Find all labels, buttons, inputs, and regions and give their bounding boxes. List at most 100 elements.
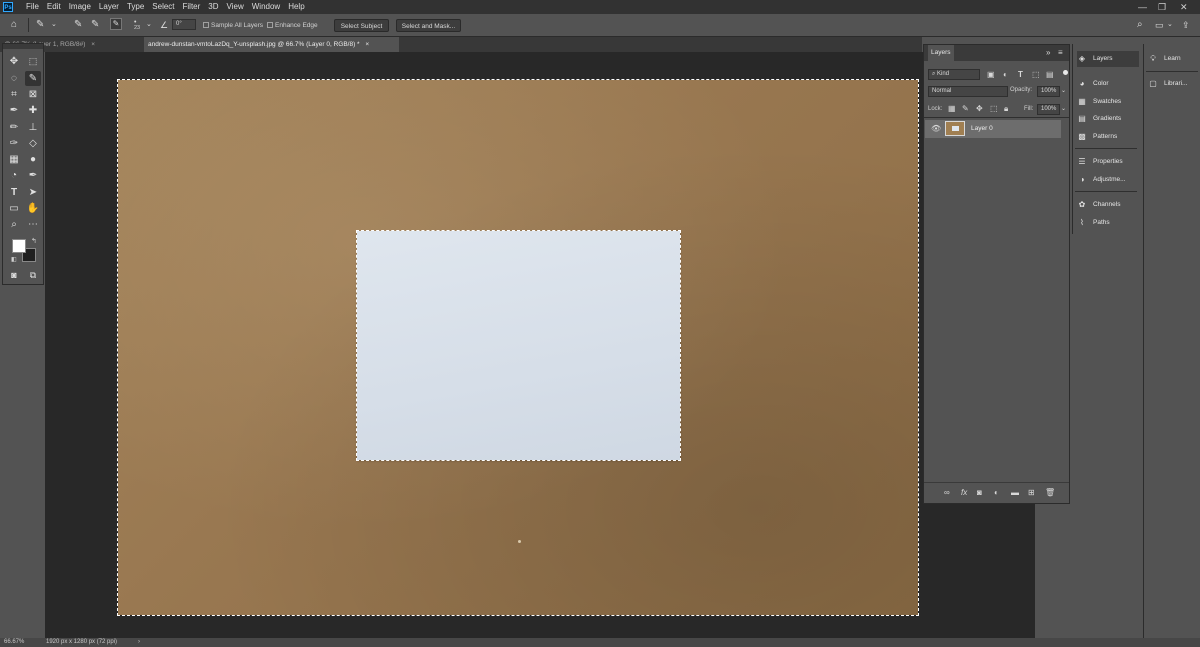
white-paper-selection[interactable] <box>356 230 681 461</box>
layers-panel-title[interactable]: Layers <box>928 45 954 61</box>
menu-view[interactable]: View <box>223 0 248 14</box>
lock-transparent-icon[interactable]: ▦ <box>948 103 956 114</box>
foreground-color-swatch[interactable] <box>12 239 26 253</box>
eraser-tool-icon[interactable]: ◇ <box>25 136 41 151</box>
filter-type-icon[interactable]: T <box>1018 69 1023 80</box>
dock-item-libraries[interactable]: ▢ Librari... <box>1148 76 1198 92</box>
frame-tool-icon[interactable]: ⊠ <box>25 87 41 102</box>
crop-tool-icon[interactable]: ⌗ <box>6 87 22 102</box>
gradient-tool-icon[interactable]: ▦ <box>6 152 22 167</box>
dock-item-layers[interactable]: ◈ Layers <box>1077 51 1139 67</box>
dock-item-swatches[interactable]: ▦ Swatches <box>1077 94 1139 110</box>
chevron-down-icon[interactable]: ⌄ <box>51 19 57 31</box>
quick-selection-tool-icon[interactable]: ✎ <box>25 71 41 86</box>
dock-item-learn[interactable]: 💡︎ Learn <box>1148 51 1198 67</box>
tools-panel-grip[interactable] <box>3 44 43 49</box>
filter-toggle-icon[interactable] <box>1063 70 1068 75</box>
fill-chevron-icon[interactable]: ⌄ <box>1061 104 1066 115</box>
lasso-tool-icon[interactable]: ◌ <box>6 71 22 86</box>
home-icon[interactable]: ⌂ <box>11 19 17 31</box>
menu-help[interactable]: Help <box>284 0 308 14</box>
dock-item-adjustments[interactable]: ◑ Adjustme... <box>1077 172 1139 188</box>
menu-window[interactable]: Window <box>248 0 284 14</box>
menu-layer[interactable]: Layer <box>95 0 123 14</box>
type-tool-icon[interactable]: T <box>6 185 22 200</box>
menu-select[interactable]: Select <box>148 0 178 14</box>
rectangle-tool-icon[interactable]: ▭ <box>6 201 22 216</box>
quick-selection-preset-icon[interactable]: ✎ <box>36 19 44 31</box>
zoom-tool-icon[interactable]: ⌕ <box>6 217 22 232</box>
delete-layer-icon[interactable]: 🗑︎ <box>1045 487 1055 498</box>
sample-all-layers-checkbox[interactable] <box>203 22 209 28</box>
layer-name[interactable]: Layer 0 <box>971 120 993 138</box>
filter-pixel-icon[interactable]: ▣ <box>987 69 995 80</box>
tab-close-icon[interactable]: × <box>91 41 95 48</box>
eyedropper-tool-icon[interactable]: ✒ <box>6 103 22 118</box>
search-icon[interactable]: ⌕ <box>1137 19 1143 31</box>
blur-tool-icon[interactable]: ● <box>25 152 41 167</box>
menu-file[interactable]: File <box>22 0 43 14</box>
menu-image[interactable]: Image <box>65 0 95 14</box>
minimize-button[interactable]: — <box>1138 0 1147 14</box>
dock-item-gradients[interactable]: ▤ Gradients <box>1077 111 1139 127</box>
close-window-button[interactable]: ✕ <box>1180 0 1188 14</box>
share-icon[interactable]: ⇪ <box>1182 19 1190 31</box>
path-selection-tool-icon[interactable]: ➤ <box>25 185 41 200</box>
new-group-icon[interactable]: ▬ <box>1011 487 1019 498</box>
add-to-selection-icon[interactable]: ✎ <box>91 19 99 31</box>
screen-mode-icon[interactable]: ⧉ <box>25 268 41 283</box>
move-tool-icon[interactable]: ✥ <box>6 54 22 69</box>
clone-stamp-tool-icon[interactable]: ⊥ <box>25 120 41 135</box>
new-layer-icon[interactable]: ⊞ <box>1028 487 1035 498</box>
opacity-input[interactable]: 100% <box>1037 86 1060 97</box>
lock-pixels-icon[interactable]: ✎ <box>962 103 969 114</box>
workspace-icon[interactable]: ▭ <box>1155 19 1164 31</box>
dodge-tool-icon[interactable]: ◔ <box>6 168 22 183</box>
filter-shape-icon[interactable]: ⬚ <box>1032 69 1040 80</box>
status-menu-arrow-icon[interactable]: › <box>138 638 140 647</box>
tab-close-icon[interactable]: × <box>365 41 369 48</box>
hand-tool-icon[interactable]: ✋ <box>25 201 41 216</box>
pen-tool-icon[interactable]: ✒ <box>25 168 41 183</box>
marquee-tool-icon[interactable]: ⬚ <box>25 54 41 69</box>
angle-input[interactable]: 0° <box>172 19 196 30</box>
menu-edit[interactable]: Edit <box>43 0 65 14</box>
fill-input[interactable]: 100% <box>1037 104 1060 115</box>
select-and-mask-button[interactable]: Select and Mask... <box>396 19 461 32</box>
dock-item-paths[interactable]: ⌇ Paths <box>1077 215 1139 231</box>
layer-row[interactable]: 👁︎ Layer 0 <box>925 120 1061 138</box>
brush-options-chevron-icon[interactable]: ⌄ <box>146 19 152 31</box>
dock-item-channels[interactable]: ✿ Channels <box>1077 197 1139 213</box>
filter-kind-select[interactable]: ⌕ Kind <box>928 69 980 80</box>
opacity-chevron-icon[interactable]: ⌄ <box>1061 86 1066 97</box>
new-adjustment-icon[interactable]: ◐ <box>994 487 999 498</box>
enhance-edge-checkbox[interactable] <box>267 22 273 28</box>
dock-item-color[interactable]: ◕ Color <box>1077 76 1139 92</box>
add-mask-icon[interactable]: ◙ <box>977 487 982 498</box>
dock-item-properties[interactable]: ☰ Properties <box>1077 154 1139 170</box>
more-tools-icon[interactable]: ⋯ <box>25 217 41 232</box>
menu-filter[interactable]: Filter <box>179 0 205 14</box>
collapse-panel-icon[interactable]: » <box>1046 47 1050 58</box>
brush-tool-icon[interactable]: ✏ <box>6 120 22 135</box>
layer-style-fx-icon[interactable]: fx <box>961 487 967 498</box>
menu-3d[interactable]: 3D <box>204 0 222 14</box>
workspace-chevron-icon[interactable]: ⌄ <box>1167 19 1173 31</box>
filter-smart-object-icon[interactable]: ▤ <box>1046 69 1054 80</box>
healing-brush-tool-icon[interactable]: ✚ <box>25 103 41 118</box>
visibility-eye-icon[interactable]: 👁︎ <box>931 123 941 134</box>
lock-position-icon[interactable]: ✥ <box>976 103 983 114</box>
link-layers-icon[interactable]: ∞ <box>944 487 950 498</box>
new-selection-icon[interactable]: ✎ <box>74 19 82 31</box>
blend-mode-select[interactable]: Normal <box>928 86 1008 97</box>
select-subject-button[interactable]: Select Subject <box>334 19 389 32</box>
subtract-from-selection-icon[interactable]: ✎ <box>110 18 122 30</box>
tab-active-document[interactable]: andrew-dunstan-vmtoLazDq_Y-unsplash.jpg … <box>144 37 399 52</box>
photoshop-logo[interactable]: Ps <box>3 2 13 12</box>
history-brush-tool-icon[interactable]: ✑ <box>6 136 22 151</box>
zoom-level[interactable]: 66.67% <box>4 638 24 647</box>
panel-menu-icon[interactable]: ≡ <box>1058 47 1063 58</box>
default-colors-icon[interactable]: ◧ <box>11 256 17 263</box>
lock-artboard-icon[interactable]: ⬚ <box>990 103 998 114</box>
lock-all-icon[interactable]: 🔒︎ <box>1004 103 1008 114</box>
